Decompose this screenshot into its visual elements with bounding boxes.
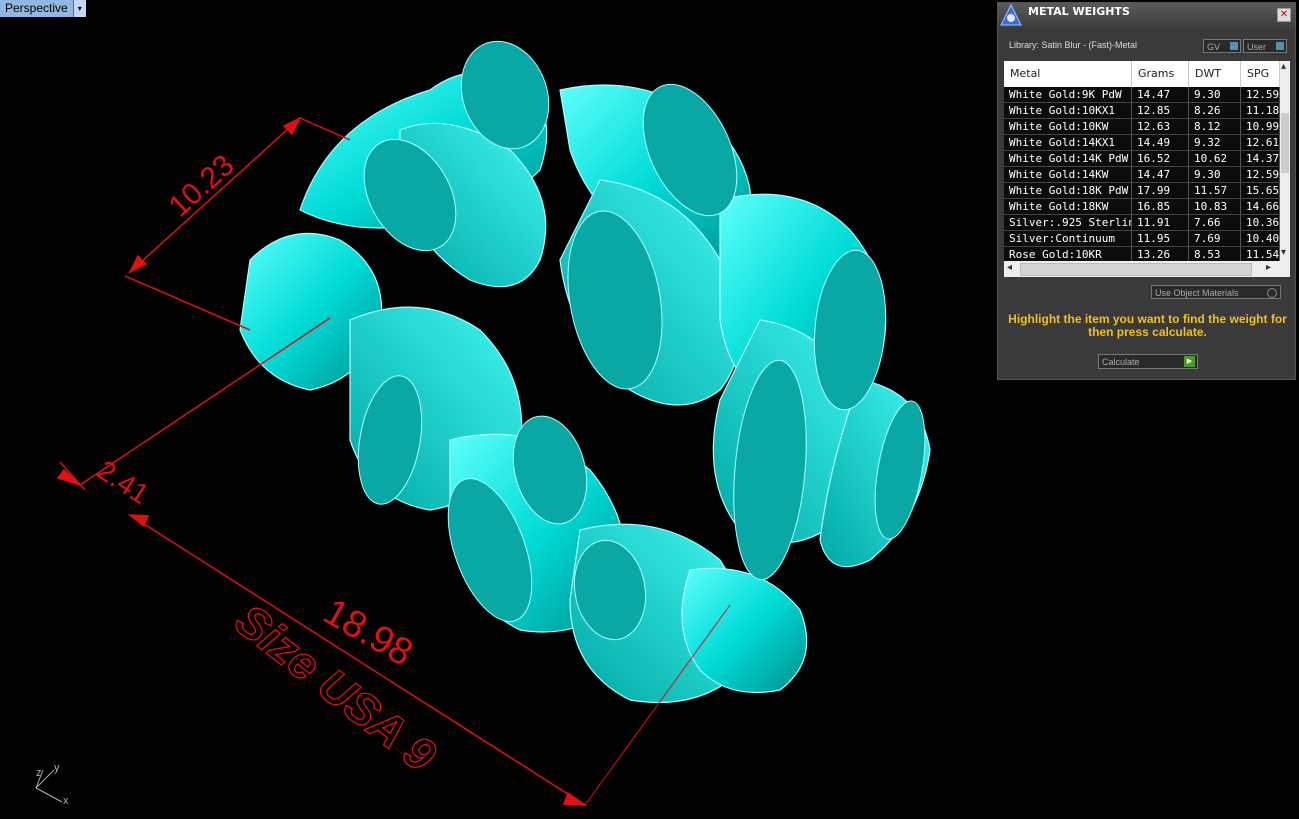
horizontal-scrollbar[interactable]: ◂ ▸ [1004, 261, 1290, 277]
radio-icon[interactable] [1267, 288, 1277, 298]
axis-y-label: y [54, 762, 60, 774]
play-arrow-icon[interactable]: ▶ [1184, 356, 1195, 367]
column-header-metal[interactable]: Metal [1004, 61, 1132, 87]
cell-metal: White Gold:18KW [1004, 199, 1132, 214]
cell-dwt: 9.30 [1189, 87, 1241, 102]
axis-z-label: z [36, 767, 42, 779]
toggle-knob-icon [1230, 42, 1238, 50]
table-row[interactable]: White Gold:18K PdW 17.99 11.57 15.65 [1004, 183, 1280, 199]
cell-grams: 11.95 [1132, 231, 1189, 246]
library-label: Library: Satin Blur - (Fast)-Metal [1009, 40, 1138, 50]
cell-spg: 10.99 [1241, 119, 1280, 134]
axes-gizmo: x z y [35, 762, 69, 807]
table-row[interactable]: White Gold:10KX1 12.85 8.26 11.18 [1004, 103, 1280, 119]
metal-weights-panel: METAL WEIGHTS ✕ Library: Satin Blur - (F… [997, 2, 1296, 380]
metals-table[interactable]: Metal Grams DWT SPG White Gold:9K PdW 14.… [1004, 61, 1290, 277]
wizard-logo-icon [1000, 4, 1022, 26]
use-object-materials-label: Use Object Materials [1155, 288, 1239, 298]
table-row[interactable]: White Gold:9K PdW 14.47 9.30 12.59 [1004, 87, 1280, 103]
cell-metal: White Gold:14KW [1004, 167, 1132, 182]
panel-title: METAL WEIGHTS [1028, 5, 1130, 18]
cell-metal: White Gold:14KX1 [1004, 135, 1132, 150]
panel-title-bar[interactable]: METAL WEIGHTS ✕ [998, 3, 1295, 29]
cell-metal: White Gold:9K PdW [1004, 87, 1132, 102]
cell-dwt: 11.57 [1189, 183, 1241, 198]
user-toggle-label: User [1247, 42, 1267, 52]
gv-toggle-label: GV [1207, 42, 1221, 52]
cell-spg: 11.54 [1241, 247, 1280, 262]
table-row[interactable]: White Gold:14KW 14.47 9.30 12.59 [1004, 167, 1280, 183]
cell-dwt: 9.32 [1189, 135, 1241, 150]
cell-dwt: 9.30 [1189, 167, 1241, 182]
cell-spg: 10.40 [1241, 231, 1280, 246]
toggle-knob-icon [1276, 42, 1284, 50]
cell-grams: 14.49 [1132, 135, 1189, 150]
cell-grams: 11.91 [1132, 215, 1189, 230]
table-body: White Gold:9K PdW 14.47 9.30 12.59 White Gol… [1004, 87, 1280, 263]
viewport-dropdown-icon[interactable]: ▾ [72, 0, 86, 17]
cell-metal: White Gold:10KX1 [1004, 103, 1132, 118]
cell-grams: 16.85 [1132, 199, 1189, 214]
cell-spg: 12.59 [1241, 87, 1280, 102]
use-object-materials-option[interactable]: Use Object Materials [1151, 285, 1281, 299]
table-row[interactable]: White Gold:14KX1 14.49 9.32 12.61 [1004, 135, 1280, 151]
cell-dwt: 7.66 [1189, 215, 1241, 230]
cell-grams: 13.26 [1132, 247, 1189, 262]
scroll-up-icon[interactable]: ▴ [1281, 61, 1286, 72]
horizontal-scroll-thumb[interactable] [1020, 263, 1252, 276]
table-row[interactable]: Silver:.925 Sterling 11.91 7.66 10.36 [1004, 215, 1280, 231]
table-row[interactable]: Silver:Continuum 11.95 7.69 10.40 [1004, 231, 1280, 247]
dimension-height: 10.23 [163, 149, 241, 224]
cell-grams: 14.47 [1132, 87, 1189, 102]
table-header: Metal Grams DWT SPG [1004, 61, 1280, 88]
scroll-right-icon[interactable]: ▸ [1266, 262, 1271, 273]
column-header-spg[interactable]: SPG [1241, 61, 1280, 87]
cell-dwt: 8.12 [1189, 119, 1241, 134]
axis-x-label: x [63, 795, 69, 807]
table-row[interactable]: White Gold:10KW 12.63 8.12 10.99 [1004, 119, 1280, 135]
vertical-scroll-thumb[interactable] [1281, 113, 1289, 173]
cell-metal: White Gold:10KW [1004, 119, 1132, 134]
table-row[interactable]: White Gold:14K PdW 16.52 10.62 14.37 [1004, 151, 1280, 167]
user-toggle[interactable]: User [1243, 39, 1287, 53]
scroll-down-icon[interactable]: ▾ [1281, 247, 1286, 258]
cell-metal: Silver:Continuum [1004, 231, 1132, 246]
cell-grams: 12.85 [1132, 103, 1189, 118]
scroll-left-icon[interactable]: ◂ [1007, 262, 1012, 273]
column-header-grams[interactable]: Grams [1132, 61, 1189, 87]
cell-metal: White Gold:14K PdW [1004, 151, 1132, 166]
cell-grams: 12.63 [1132, 119, 1189, 134]
cell-spg: 15.65 [1241, 183, 1280, 198]
cell-spg: 10.36 [1241, 215, 1280, 230]
column-header-dwt[interactable]: DWT [1189, 61, 1241, 87]
cell-metal: Rose Gold:10KR [1004, 247, 1132, 262]
cell-metal: White Gold:18K PdW [1004, 183, 1132, 198]
cell-grams: 14.47 [1132, 167, 1189, 182]
gv-toggle[interactable]: GV [1203, 39, 1241, 53]
vertical-scrollbar[interactable]: ▴ ▾ [1280, 61, 1290, 261]
cell-metal: Silver:.925 Sterling [1004, 215, 1132, 230]
cell-dwt: 7.69 [1189, 231, 1241, 246]
cell-spg: 11.18 [1241, 103, 1280, 118]
cell-grams: 17.99 [1132, 183, 1189, 198]
dimension-thickness: 2.41 [92, 454, 155, 510]
viewport-label[interactable]: Perspective ▾ [0, 0, 86, 17]
cell-dwt: 8.53 [1189, 247, 1241, 262]
cell-spg: 12.59 [1241, 167, 1280, 182]
calculate-label: Calculate [1102, 357, 1140, 367]
cell-spg: 14.66 [1241, 199, 1280, 214]
cell-spg: 12.61 [1241, 135, 1280, 150]
cell-dwt: 10.62 [1189, 151, 1241, 166]
viewport-name[interactable]: Perspective [0, 0, 73, 17]
close-icon[interactable]: ✕ [1277, 8, 1291, 22]
cell-dwt: 10.83 [1189, 199, 1241, 214]
cell-grams: 16.52 [1132, 151, 1189, 166]
cell-spg: 14.37 [1241, 151, 1280, 166]
table-row[interactable]: White Gold:18KW 16.85 10.83 14.66 [1004, 199, 1280, 215]
cell-dwt: 8.26 [1189, 103, 1241, 118]
calculate-button[interactable]: Calculate ▶ [1098, 354, 1198, 369]
instruction-text: Highlight the item you want to find the … [1008, 312, 1287, 339]
